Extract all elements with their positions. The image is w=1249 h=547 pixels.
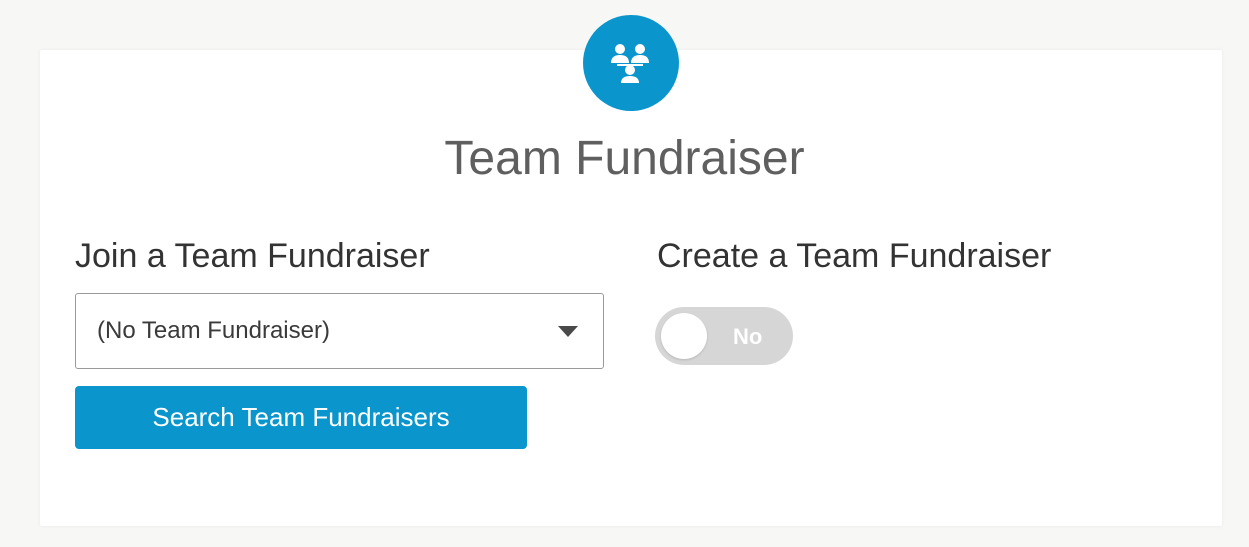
toggle-knob [661,313,707,359]
join-team-heading: Join a Team Fundraiser [75,237,430,275]
team-fundraiser-select[interactable]: (No Team Fundraiser) [75,293,604,369]
team-people-icon [583,15,679,111]
team-fundraiser-select-value: (No Team Fundraiser) [97,317,330,344]
toggle-label: No [733,324,763,349]
team-fundraiser-card [40,50,1222,526]
search-team-fundraisers-button[interactable]: Search Team Fundraisers [75,386,527,449]
page-title: Team Fundraiser [444,132,805,185]
create-team-heading: Create a Team Fundraiser [657,237,1052,275]
create-team-toggle[interactable]: No [655,307,793,365]
team-people-icon-glyph [611,44,649,83]
chevron-down-icon [558,326,578,337]
